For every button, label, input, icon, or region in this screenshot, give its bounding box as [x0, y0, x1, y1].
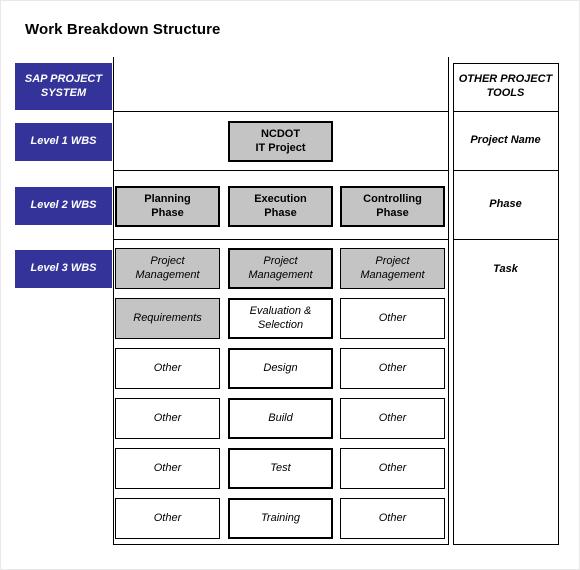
wbs-node-level3-r2c3[interactable]: Other [340, 298, 445, 339]
wbs-node-level3-r3c2[interactable]: Design [228, 348, 333, 389]
wbs-node-level3-r1c1-line1: Project [150, 254, 185, 267]
wbs-node-level3-r3c2-line1: Design [263, 361, 298, 374]
task-label: Task [493, 263, 518, 276]
wbs-node-level3-r3c1[interactable]: Other [115, 348, 220, 389]
wbs-node-level3-r2c2-line1: Evaluation & [249, 304, 312, 317]
wbs-node-level3-r4c3-line1: Other [378, 411, 407, 424]
right-column-cell-project-name: Project Name [453, 112, 558, 170]
wbs-node-level3-r4c2[interactable]: Build [228, 398, 333, 439]
wbs-node-level3-r1c3[interactable]: Project Management [340, 248, 445, 289]
wbs-node-level3-r2c2[interactable]: Evaluation & Selection [228, 298, 333, 339]
table-rule-level2-bottom [113, 239, 449, 240]
page-title: Work Breakdown Structure [25, 21, 221, 38]
right-column-bottom-border [453, 544, 559, 545]
table-rule-level1-bottom [113, 170, 449, 171]
wbs-node-level2-planning-line1: Planning [144, 192, 191, 205]
wbs-node-level3-r1c2-line1: Project [263, 254, 298, 267]
wbs-node-level3-r4c1[interactable]: Other [115, 398, 220, 439]
wbs-node-level3-r2c3-line1: Other [378, 311, 407, 324]
wbs-node-level3-r5c3[interactable]: Other [340, 448, 445, 489]
wbs-node-level2-planning-line2: Phase [151, 206, 184, 219]
wbs-node-level3-r3c3[interactable]: Other [340, 348, 445, 389]
sap-project-system-line1: SAP PROJECT [24, 72, 103, 85]
project-name-label: Project Name [470, 134, 541, 147]
other-project-tools-line1: OTHER PROJECT [458, 73, 553, 86]
right-column-right-border [558, 63, 559, 545]
wbs-node-level3-r1c3-line2: Management [360, 268, 425, 281]
wbs-node-level3-r5c2-line1: Test [270, 461, 291, 474]
wbs-node-level3-r4c3[interactable]: Other [340, 398, 445, 439]
sidebar-item-level-1-wbs[interactable]: Level 1 WBS [15, 123, 112, 161]
other-project-tools-line2: TOOLS [486, 87, 525, 99]
table-rule-top-left-section [113, 111, 449, 112]
wbs-node-level3-r1c2-line2: Management [248, 268, 313, 281]
table-divider-left-section [113, 57, 114, 545]
wbs-node-level1-line1: NCDOT [260, 127, 301, 140]
level-1-wbs-label: Level 1 WBS [30, 135, 97, 148]
level-2-wbs-label: Level 2 WBS [30, 199, 97, 212]
wbs-node-level2-controlling-line2: Phase [376, 206, 409, 219]
right-column-cell-phase: Phase [453, 171, 558, 239]
wbs-node-level3-r2c1-line1: Requirements [133, 311, 202, 324]
right-column-cell-task: Task [453, 240, 558, 300]
wbs-node-level3-r2c2-line2: Selection [257, 318, 304, 331]
wbs-node-level3-r1c1-line2: Management [135, 268, 200, 281]
wbs-node-level3-r3c3-line1: Other [378, 361, 407, 374]
wbs-node-level3-r1c3-line1: Project [375, 254, 410, 267]
wbs-node-level3-r6c2-line1: Training [261, 511, 300, 524]
wbs-node-level3-r5c1-line1: Other [153, 461, 182, 474]
wbs-node-level3-r1c2[interactable]: Project Management [228, 248, 333, 289]
wbs-node-level3-r2c1[interactable]: Requirements [115, 298, 220, 339]
wbs-node-level3-r5c3-line1: Other [378, 461, 407, 474]
wbs-node-level3-r6c1-line1: Other [153, 511, 182, 524]
sap-project-system-line2: SYSTEM [40, 86, 87, 99]
phase-label: Phase [489, 198, 522, 211]
right-column-header-other-project-tools: OTHER PROJECT TOOLS [453, 63, 558, 111]
wbs-node-level2-controlling-line1: Controlling [363, 192, 422, 205]
wbs-node-level2-execution-line2: Phase [264, 206, 297, 219]
wbs-node-level3-r6c1[interactable]: Other [115, 498, 220, 539]
wbs-node-level3-r3c1-line1: Other [153, 361, 182, 374]
wbs-node-level3-r6c2[interactable]: Training [228, 498, 333, 539]
level-3-wbs-label: Level 3 WBS [30, 262, 97, 275]
wbs-node-level1[interactable]: NCDOT IT Project [228, 121, 333, 162]
wbs-node-level3-r5c2[interactable]: Test [228, 448, 333, 489]
table-rule-bottom [113, 544, 449, 545]
table-divider-middle [448, 57, 449, 545]
wbs-node-level3-r4c1-line1: Other [153, 411, 182, 424]
wbs-node-level3-r1c1[interactable]: Project Management [115, 248, 220, 289]
wbs-node-level3-r6c3-line1: Other [378, 511, 407, 524]
sidebar-item-sap-project-system[interactable]: SAP PROJECT SYSTEM [15, 63, 112, 110]
wbs-node-level3-r4c2-line1: Build [268, 411, 293, 424]
wbs-node-level2-execution-line1: Execution [254, 192, 307, 205]
sidebar-item-level-2-wbs[interactable]: Level 2 WBS [15, 187, 112, 225]
wbs-node-level3-r5c1[interactable]: Other [115, 448, 220, 489]
wbs-node-level2-planning[interactable]: Planning Phase [115, 186, 220, 227]
wbs-node-level2-execution[interactable]: Execution Phase [228, 186, 333, 227]
sidebar-item-level-3-wbs[interactable]: Level 3 WBS [15, 250, 112, 288]
wbs-node-level1-line2: IT Project [255, 141, 306, 154]
wbs-node-level2-controlling[interactable]: Controlling Phase [340, 186, 445, 227]
wbs-node-level3-r6c3[interactable]: Other [340, 498, 445, 539]
wbs-diagram-page: Work Breakdown Structure SAP PROJECT SYS… [0, 0, 580, 570]
